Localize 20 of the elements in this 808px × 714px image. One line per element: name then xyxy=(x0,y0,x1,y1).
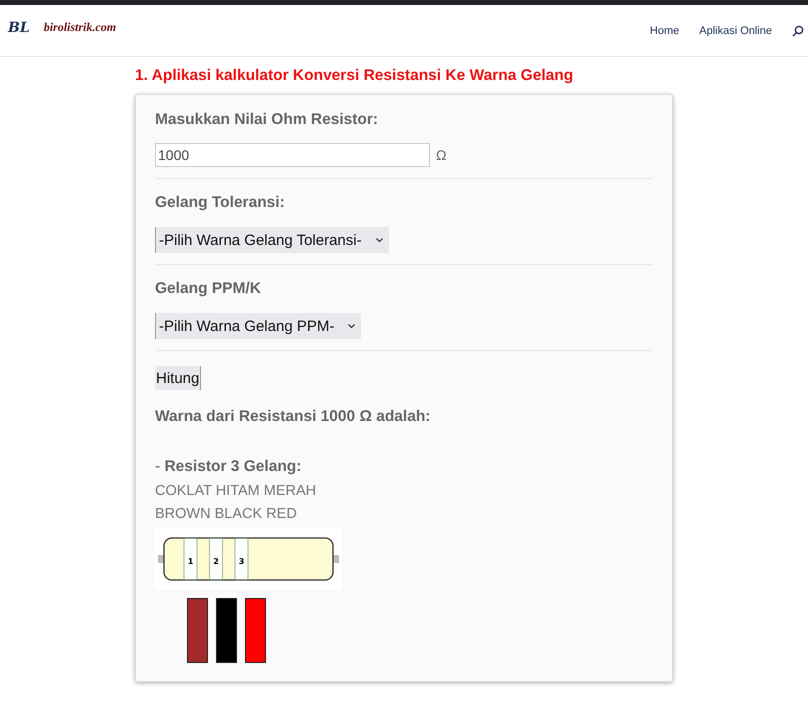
site-name[interactable]: birolistrik.com xyxy=(44,20,116,35)
logo-mark[interactable]: BL xyxy=(8,20,30,36)
result-subheading: - Resistor 3 Gelang: xyxy=(155,458,302,476)
search-icon[interactable] xyxy=(792,24,804,36)
ohm-input-field[interactable]: 1000 xyxy=(155,143,430,167)
field-label: Gelang Toleransi: xyxy=(155,194,286,212)
ppm-dropdown[interactable]: -Pilih Warna Gelang PPM- xyxy=(155,313,362,339)
field-label: Masukkan Nilai Ohm Resistor: xyxy=(155,111,380,129)
nav-link[interactable]: Home xyxy=(650,24,680,36)
calculate-button[interactable]: Hitung xyxy=(155,366,202,390)
chevron-down-icon xyxy=(348,324,356,328)
page-title: 1. Aplikasi kalkulator Konversi Resistansi Ke Warna Gelang xyxy=(135,67,574,85)
nav-link[interactable]: Aplikasi Online xyxy=(699,24,772,36)
color-names: COKLAT HITAM MERAH xyxy=(155,483,318,499)
chevron-down-icon xyxy=(376,238,383,242)
result-heading: Warna dari Resistansi 1000 Ω adalah: xyxy=(155,408,432,426)
color-names: BROWN BLACK RED xyxy=(155,506,298,522)
field-label: Gelang PPM/K xyxy=(155,280,262,298)
tolerance-dropdown[interactable]: -Pilih Warna Gelang Toleransi- xyxy=(155,227,389,253)
unit-label: Ω xyxy=(436,147,446,163)
